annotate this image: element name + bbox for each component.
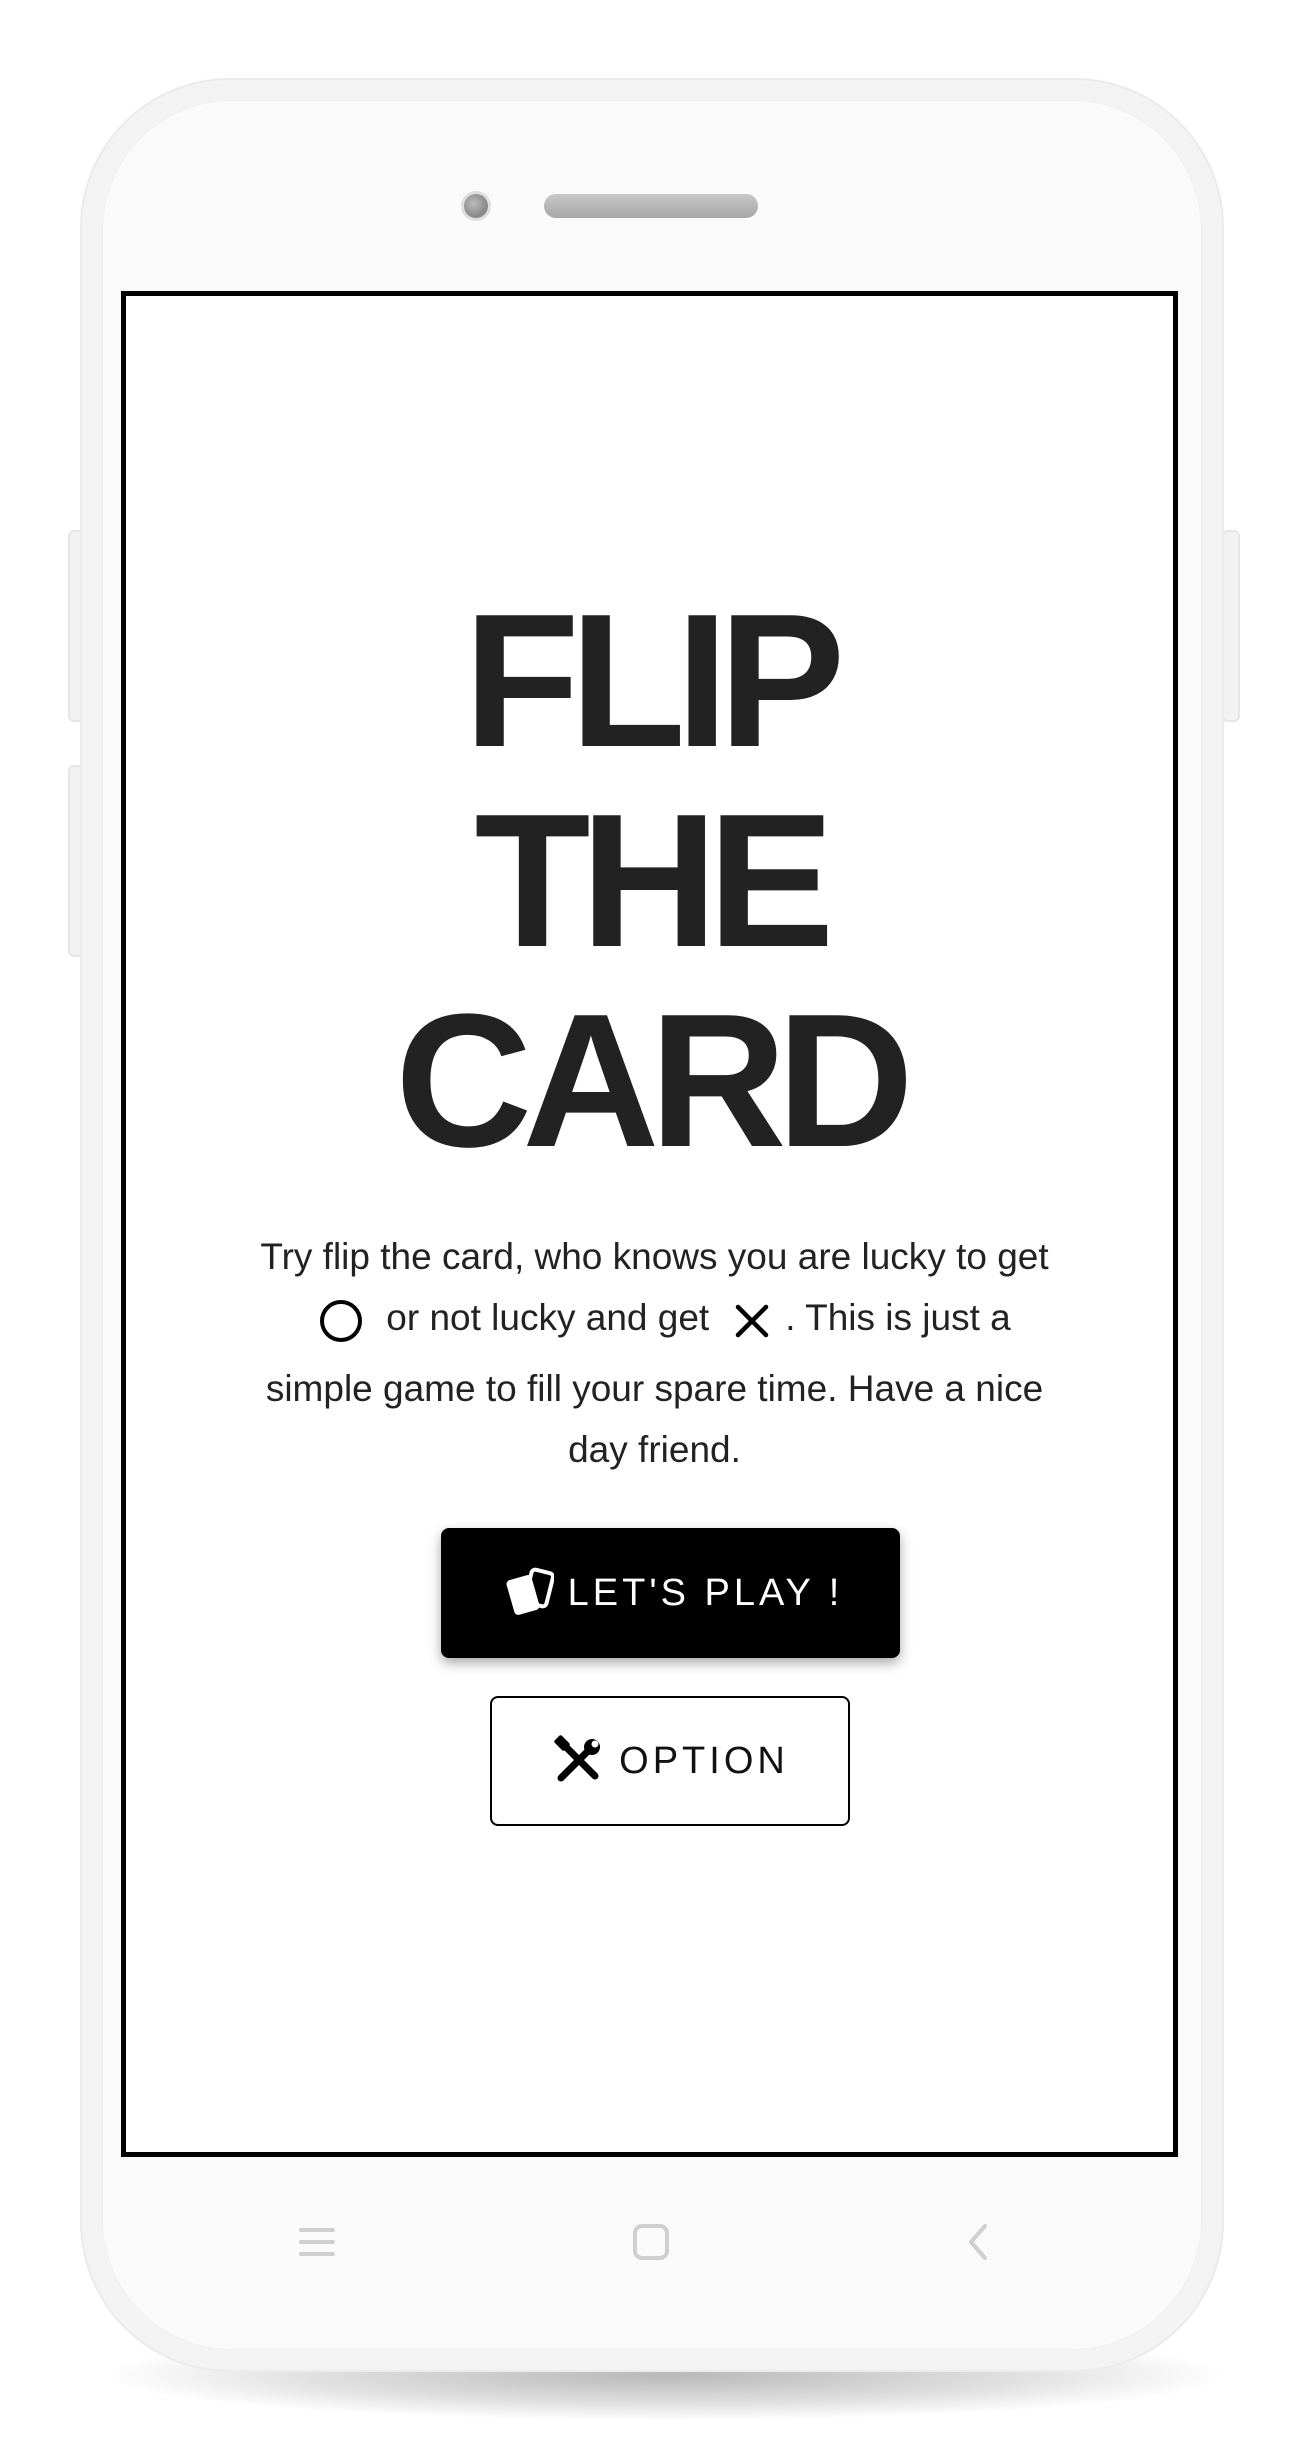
nav-back-button[interactable]: [948, 2214, 1008, 2274]
title-line: CARD: [395, 975, 914, 1187]
back-icon: [965, 2222, 991, 2267]
tools-icon: [551, 1734, 605, 1788]
title-line: THE: [474, 775, 835, 987]
nav-menu-button[interactable]: [287, 2214, 347, 2274]
cards-icon: [498, 1567, 555, 1619]
description-part-2: or not lucky and get: [386, 1297, 710, 1338]
earpiece-speaker: [544, 194, 758, 218]
circle-icon: [320, 1300, 363, 1342]
option-label: OPTION: [619, 1739, 789, 1782]
title-line: FLIP: [463, 575, 846, 787]
stage: FLIP THE CARD Try flip the card, who kno…: [0, 0, 1304, 2450]
front-camera: [464, 194, 488, 218]
option-button[interactable]: OPTION: [490, 1696, 850, 1826]
menu-icon: [299, 2226, 335, 2263]
game-title: FLIP THE CARD: [126, 581, 1173, 1181]
game-description: Try flip the card, who knows you are luc…: [241, 1226, 1068, 1480]
power-button[interactable]: [1222, 530, 1240, 722]
lets-play-label: LET'S PLAY !: [567, 1571, 844, 1614]
x-icon: [733, 1297, 771, 1358]
nav-home-button[interactable]: [621, 2214, 681, 2274]
app-screen: FLIP THE CARD Try flip the card, who kno…: [121, 291, 1178, 2157]
home-icon: [632, 2223, 670, 2266]
lets-play-button[interactable]: LET'S PLAY !: [441, 1528, 900, 1658]
description-part-1: Try flip the card, who knows you are luc…: [260, 1236, 1049, 1277]
